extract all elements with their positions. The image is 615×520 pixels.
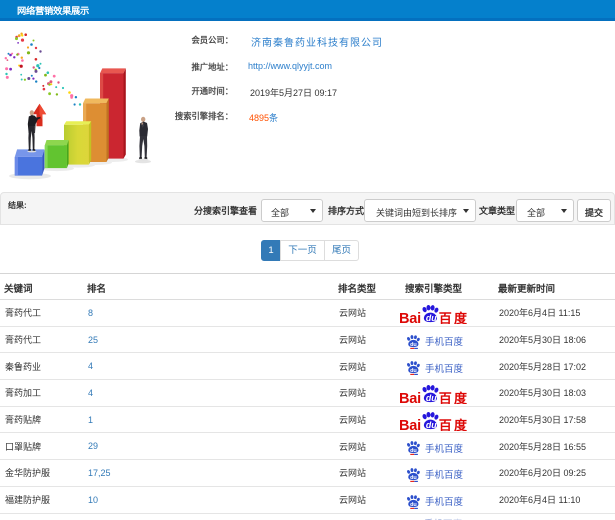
svg-text:百度: 百度: [439, 312, 469, 325]
svg-text:du: du: [426, 314, 437, 324]
svg-text:du: du: [410, 448, 417, 454]
svg-text:Bai: Bai: [400, 311, 421, 324]
svg-text:百度: 百度: [439, 418, 469, 431]
svg-text:Bai: Bai: [400, 391, 421, 404]
svg-text:du: du: [426, 420, 437, 430]
svg-text:du: du: [426, 394, 437, 404]
svg-text:百度: 百度: [439, 392, 469, 405]
svg-text:du: du: [410, 368, 417, 374]
svg-text:Bai: Bai: [400, 418, 421, 431]
svg-text:du: du: [410, 475, 417, 481]
svg-text:du: du: [410, 502, 417, 508]
svg-text:du: du: [410, 341, 417, 347]
